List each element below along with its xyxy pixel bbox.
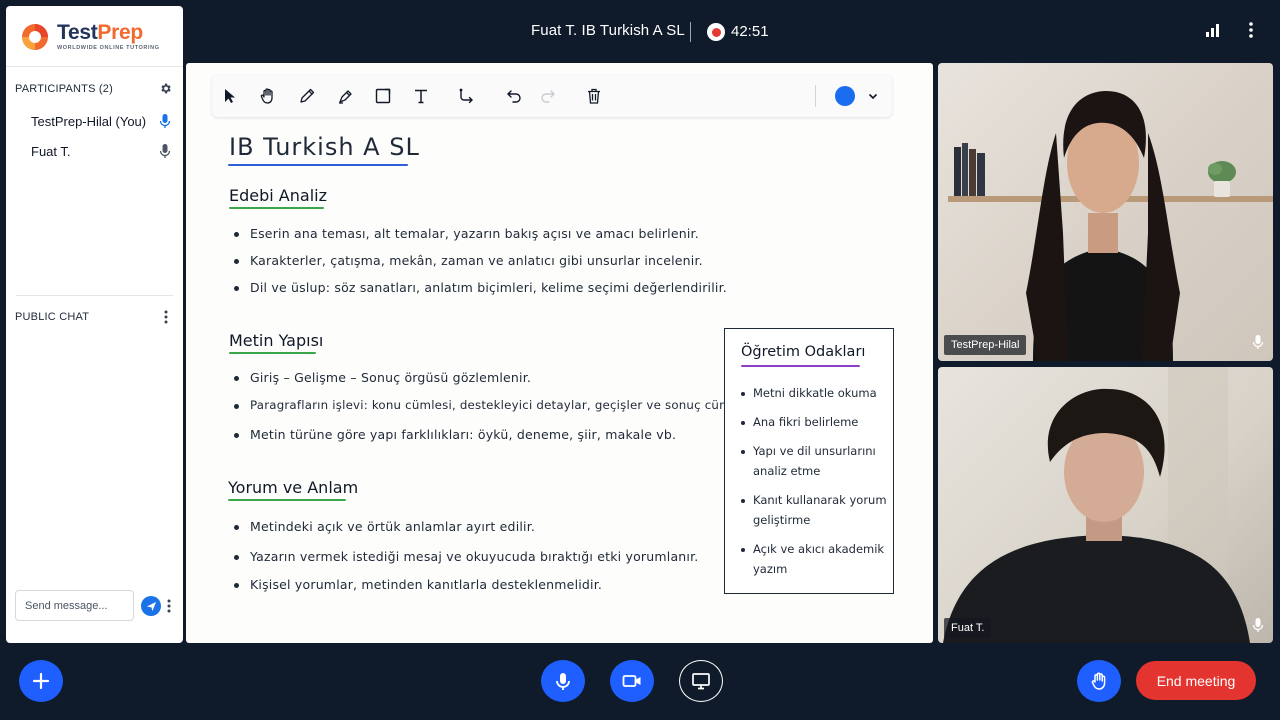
meeting-timer: 42:51 [731,23,769,40]
highlighter-tool-icon[interactable] [336,86,356,106]
participants-title: PARTICIPANTS (2) [15,83,113,95]
teaching-focus-box: Öğretim Odakları Metni dikkatle okuma An… [724,328,894,594]
list-item: Paragrafların işlevi: konu cümlesi, dest… [229,398,756,412]
bullet-list: Metindeki açık ve örtük anlamlar ayırt e… [229,519,698,592]
plus-icon [32,672,50,690]
testprep-logo-icon [22,24,48,50]
hand-tool-icon[interactable] [258,86,278,106]
chat-input-more-icon[interactable] [166,598,172,614]
logo: TestPrep WORLDWIDE ONLINE TUTORING [6,6,183,67]
pencil-tool-icon[interactable] [297,86,317,106]
send-button[interactable] [141,596,161,616]
connector-tool-icon[interactable] [457,86,477,106]
text-tool-icon[interactable] [411,86,431,106]
list-item: Yazarın vermek istediği mesaj ve okuyucu… [229,549,698,564]
mic-icon [1252,335,1264,349]
end-meeting-button[interactable]: End meeting [1136,661,1256,700]
participant-name-fuat[interactable]: Fuat T. [31,144,71,159]
chat-message-input[interactable] [15,590,134,621]
select-tool-icon[interactable] [220,86,240,106]
shape-tool-icon[interactable] [373,86,393,106]
meeting-title: Fuat T. IB Turkish A SL [531,22,685,39]
section-heading: Edebi Analiz [229,186,327,205]
student-avatar [943,367,1250,643]
screen-share-button[interactable] [679,660,723,702]
focus-item: Yapı ve dil unsurlarını analiz etme [739,441,889,481]
mic-icon [159,144,171,158]
top-bar: Fuat T. IB Turkish A SL 42:51 [185,0,1280,62]
microphone-button[interactable] [541,660,585,702]
camera-button[interactable] [610,660,654,702]
trash-icon[interactable] [584,86,604,106]
tutor-avatar [1026,91,1180,361]
list-item: Kişisel yorumlar, metinden kanıtlarla de… [229,577,698,592]
mic-icon [1252,618,1264,632]
list-item: Metindeki açık ve örtük anlamlar ayırt e… [229,519,698,534]
more-vertical-icon[interactable] [1243,20,1259,40]
logo-tagline: WORLDWIDE ONLINE TUTORING [57,45,160,51]
signal-icon[interactable] [1205,22,1221,38]
focus-item: Açık ve akıcı akademik yazım [739,539,889,579]
list-item: Giriş – Gelişme – Sonuç örgüsü gözlemlen… [229,370,756,385]
color-picker-swatch[interactable] [835,86,855,106]
heading-underline [229,207,324,209]
focus-box-title: Öğretim Odakları [741,344,866,360]
list-item: Dil ve üslup: söz sanatları, anlatım biç… [229,280,727,295]
send-icon [146,601,156,611]
heading-underline [229,352,316,354]
participant-name-you[interactable]: TestPrep-Hilal (You) [31,114,146,129]
redo-icon[interactable] [538,86,558,106]
raise-hand-icon [1091,672,1106,690]
gear-icon[interactable] [159,82,172,95]
sidebar-divider [16,295,173,296]
title-underline [228,164,408,166]
whiteboard[interactable]: IB Turkish A SL Edebi Analiz Eserin ana … [186,63,933,643]
focus-item: Metni dikkatle okuma [739,383,889,403]
video-name-tag: TestPrep-Hilal [944,335,1027,355]
focus-list: Metni dikkatle okuma Ana fikri belirleme… [739,383,889,588]
board-title: IB Turkish A SL [229,133,420,161]
add-button[interactable] [19,660,63,702]
list-item: Eserin ana teması, alt temalar, yazarın … [229,226,727,241]
microphone-icon [556,673,570,690]
public-chat-title: PUBLIC CHAT [15,311,90,323]
bullet-list: Eserin ana teması, alt temalar, yazarın … [229,226,727,295]
whiteboard-toolbar [212,75,892,117]
section-heading: Yorum ve Anlam [228,478,359,497]
toolbar-divider [815,85,816,107]
focus-title-underline [741,365,860,367]
raise-hand-button[interactable] [1077,660,1121,702]
sidebar: TestPrep WORLDWIDE ONLINE TUTORING PARTI… [6,6,183,643]
bullet-list: Giriş – Gelişme – Sonuç örgüsü gözlemlen… [229,370,756,442]
heading-underline [228,499,346,501]
video-tile-student[interactable]: Fuat T. [938,367,1273,643]
list-item: Karakterler, çatışma, mekân, zaman ve an… [229,253,727,268]
chat-more-icon[interactable] [162,309,170,325]
focus-item: Ana fikri belirleme [739,412,889,432]
video-camera-icon [622,675,641,687]
list-item: Metin türüne göre yapı farklılıkları: öy… [229,427,756,442]
section-heading: Metin Yapısı [229,331,324,350]
monitor-icon [692,673,710,690]
mic-active-icon [159,114,171,128]
header-divider [690,22,691,42]
focus-item: Kanıt kullanarak yorum geliştirme [739,490,889,530]
video-tile-tutor[interactable]: TestPrep-Hilal [938,63,1273,361]
video-name-tag: Fuat T. [944,618,992,638]
logo-text: TestPrep [57,21,143,44]
undo-icon[interactable] [504,86,524,106]
chevron-down-icon[interactable] [866,89,880,103]
recording-icon [707,23,725,41]
